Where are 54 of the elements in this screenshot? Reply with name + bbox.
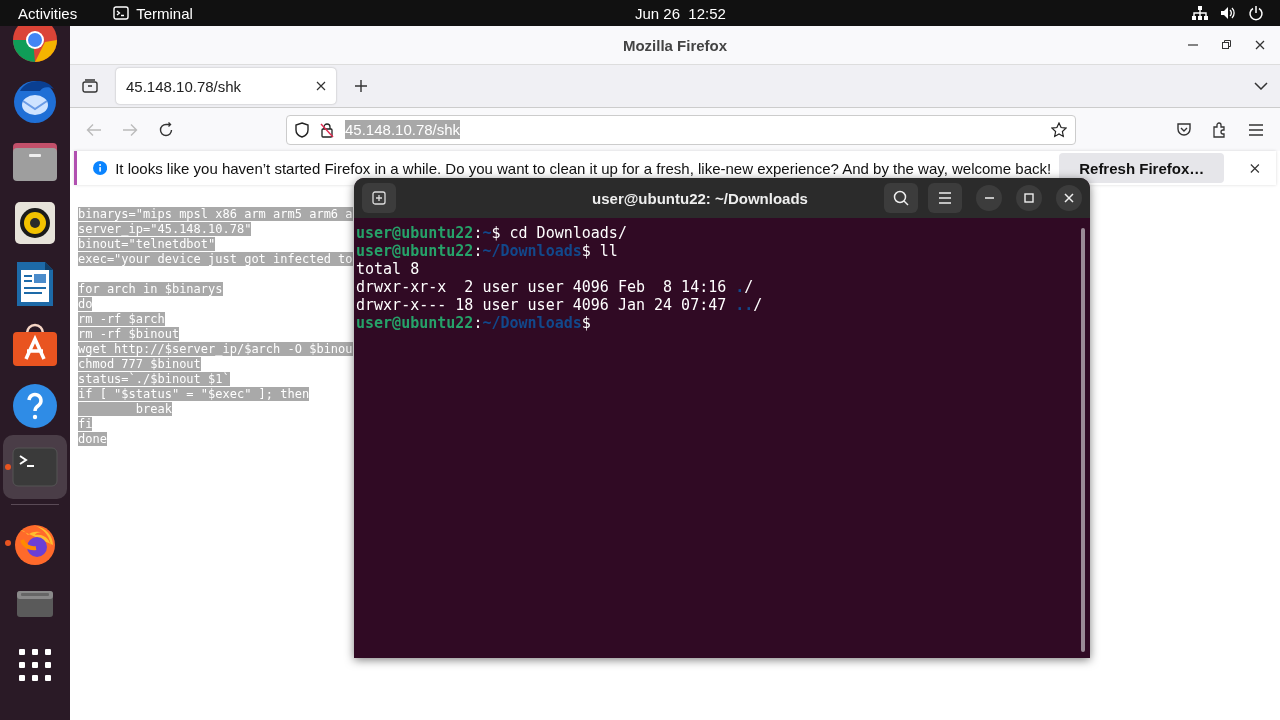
folder-icon: [12, 142, 58, 182]
chevron-down-icon[interactable]: [1254, 82, 1268, 90]
browser-tab[interactable]: 45.148.10.78/shk: [116, 68, 336, 104]
shopping-bag-icon: [12, 323, 58, 367]
terminal-line: user@ubuntu22:~/Downloads$: [356, 314, 592, 332]
star-icon[interactable]: [1051, 121, 1067, 138]
terminal-line: user@ubuntu22:~$ cd Downloads/: [356, 224, 628, 242]
refresh-button[interactable]: Refresh Firefox…: [1059, 153, 1225, 183]
new-tab-button[interactable]: [362, 183, 396, 213]
reload-icon[interactable]: [158, 121, 174, 138]
search-icon: [893, 190, 909, 206]
minimize-button[interactable]: [976, 185, 1002, 211]
help-icon: [12, 383, 58, 429]
menu-icon[interactable]: [1248, 122, 1264, 137]
terminal-line: total 8: [356, 260, 421, 278]
maximize-button[interactable]: [1016, 185, 1042, 211]
app-menu[interactable]: Terminal: [136, 4, 193, 22]
terminal-line: user@ubuntu22:~/Downloads$ ll: [356, 242, 619, 260]
scrollbar[interactable]: [1081, 228, 1085, 652]
window-title: Mozilla Firefox: [622, 36, 728, 54]
close-icon[interactable]: [1250, 162, 1260, 174]
restore-icon[interactable]: [1220, 39, 1232, 51]
activities-button[interactable]: Activities: [18, 4, 78, 22]
maximize-icon: [1024, 193, 1034, 203]
puzzle-icon[interactable]: [1212, 121, 1228, 138]
new-tab-icon: [372, 191, 386, 205]
close-icon: [1064, 193, 1074, 203]
volume-icon[interactable]: [1220, 6, 1236, 20]
shield-icon[interactable]: [295, 121, 309, 138]
minimize-icon: [984, 197, 994, 199]
close-button[interactable]: [1056, 185, 1082, 211]
insecure-lock-icon[interactable]: [319, 121, 335, 138]
search-button[interactable]: [884, 183, 918, 213]
tab-list-icon[interactable]: [82, 79, 98, 93]
network-icon[interactable]: [1192, 6, 1208, 20]
document-icon: [16, 261, 54, 307]
drive-icon: [16, 590, 54, 618]
plus-icon[interactable]: [354, 79, 368, 93]
clock[interactable]: Jun 26 12:52: [635, 4, 726, 22]
pocket-icon[interactable]: [1176, 121, 1192, 138]
menu-icon: [938, 192, 952, 204]
speaker-icon: [15, 202, 55, 244]
notification-message: It looks like you haven’t started Firefox in a while. Do you want to clean it up for a fresh, like-new experience? And by the way, welcome back!: [115, 159, 1052, 177]
terminal-line: drwxr-x--- 18 user user 4096 Jan 24 07:47 ../: [356, 296, 764, 314]
info-icon: [93, 160, 108, 176]
terminal-line: drwxr-xr-x 2 user user 4096 Feb 8 14:16 ./: [356, 278, 755, 296]
window-title: user@ubuntu22: ~/Downloads: [591, 189, 809, 207]
close-icon[interactable]: [1254, 39, 1266, 51]
app-grid-icon: [19, 649, 51, 681]
terminal-icon: [113, 6, 130, 20]
power-icon[interactable]: [1248, 5, 1264, 21]
terminal-icon: [12, 447, 58, 487]
menu-button[interactable]: [928, 183, 962, 213]
close-icon[interactable]: [316, 81, 326, 91]
